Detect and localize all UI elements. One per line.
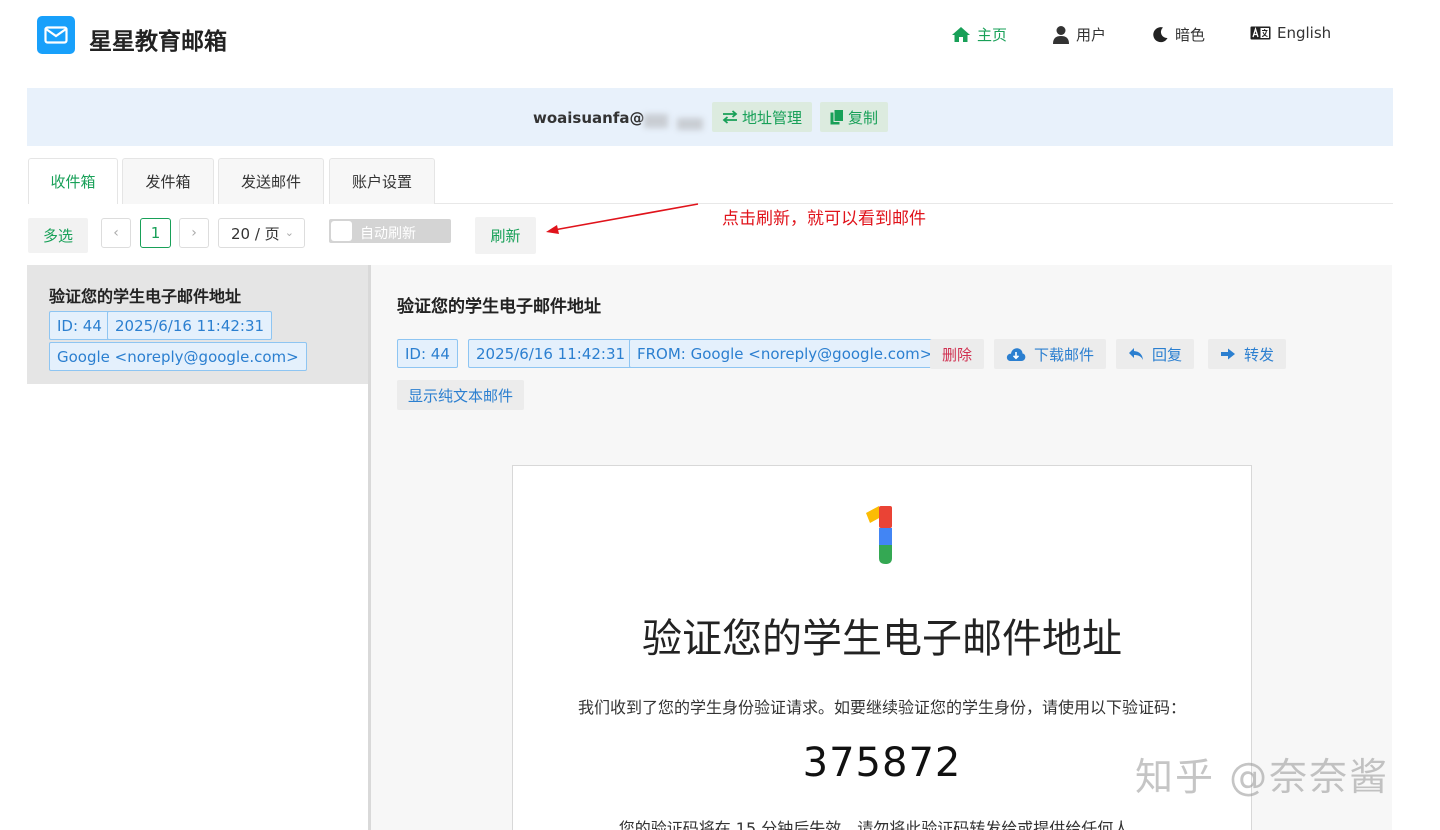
nav-language-label: English — [1277, 24, 1332, 42]
address-manage-label: 地址管理 — [742, 108, 803, 127]
mail-detail-subject: 验证您的学生电子邮件地址 — [397, 297, 601, 317]
forward-arrow-icon — [1221, 348, 1235, 360]
home-icon — [952, 27, 970, 42]
address-manage-button[interactable]: 地址管理 — [712, 102, 813, 132]
delete-label: 删除 — [942, 345, 973, 364]
email-address: woaisuanfa@ — [533, 109, 645, 127]
nav-user[interactable]: 用户 — [1052, 24, 1106, 45]
multi-select-button[interactable]: 多选 — [28, 218, 88, 253]
nav-user-label: 用户 — [1076, 26, 1107, 44]
refresh-button[interactable]: 刷新 — [475, 217, 536, 254]
reply-label: 回复 — [1152, 345, 1183, 364]
moon-icon — [1153, 27, 1168, 43]
user-icon — [1053, 25, 1069, 44]
delete-button[interactable]: 删除 — [930, 339, 985, 369]
email-footer-text: 您的验证码将在 15 分钟后失效。请勿将此验证码转发给或提供给任何人。 — [618, 819, 1146, 830]
copy-icon — [830, 109, 844, 125]
app-logo[interactable] — [37, 16, 75, 54]
blurred-domain-part — [677, 118, 703, 130]
reply-icon — [1129, 348, 1143, 360]
forward-button[interactable]: 转发 — [1208, 339, 1287, 369]
watermark: 知乎 @奈奈酱 — [1135, 755, 1390, 799]
next-page-button[interactable]: › — [179, 218, 209, 248]
app-title: 星星教育邮箱 — [89, 29, 227, 55]
auto-refresh-label: 自动刷新 — [360, 226, 416, 242]
download-button[interactable]: 下载邮件 — [994, 339, 1107, 369]
mail-list-item-id: ID: 44 — [49, 311, 110, 340]
copy-address-button[interactable]: 复制 — [820, 102, 889, 132]
nav-theme-label: 暗色 — [1175, 26, 1206, 44]
mail-detail-time: 2025/6/16 11:42:31 — [468, 339, 634, 368]
google-one-logo-icon — [866, 506, 892, 564]
mail-icon — [44, 26, 68, 44]
swap-icon — [722, 110, 738, 124]
current-page-button[interactable]: 1 — [140, 218, 171, 248]
mail-detail-from: FROM: Google <noreply@google.com> — [629, 339, 941, 368]
toggle-knob — [331, 221, 352, 241]
download-label: 下载邮件 — [1034, 345, 1095, 364]
nav-home-label: 主页 — [977, 26, 1008, 44]
email-intro-text: 我们收到了您的学生身份验证请求。如要继续验证您的学生身份，请使用以下验证码： — [577, 698, 1186, 717]
copy-address-label: 复制 — [848, 108, 879, 127]
nav-theme-toggle[interactable]: 暗色 — [1152, 24, 1205, 45]
tab-inbox[interactable]: 收件箱 — [28, 158, 118, 204]
blurred-domain-part — [644, 114, 668, 128]
tab-sent[interactable]: 发件箱 — [122, 158, 214, 204]
cloud-download-icon — [1006, 347, 1026, 361]
chevron-down-icon: ⌄ — [284, 226, 294, 239]
mail-list-item-from: Google <noreply@google.com> — [49, 342, 307, 371]
show-plain-text-button[interactable]: 显示纯文本邮件 — [397, 380, 525, 410]
translate-icon — [1250, 26, 1271, 40]
nav-home[interactable]: 主页 — [951, 24, 1007, 45]
page-size-value: 20 / 页 — [231, 224, 280, 243]
address-bar — [27, 88, 1393, 146]
reply-button[interactable]: 回复 — [1116, 339, 1195, 369]
mail-detail-id: ID: 44 — [397, 339, 458, 368]
mail-list-item-time: 2025/6/16 11:42:31 — [107, 311, 273, 340]
annotation-text: 点击刷新，就可以看到邮件 — [722, 209, 926, 229]
annotation-arrow — [546, 203, 699, 234]
tab-compose[interactable]: 发送邮件 — [218, 158, 324, 204]
page-size-select[interactable]: 20 / 页 ⌄ — [218, 218, 305, 248]
nav-language[interactable]: English — [1250, 24, 1331, 42]
forward-label: 转发 — [1244, 345, 1275, 364]
email-heading: 验证您的学生电子邮件地址 — [642, 616, 1122, 662]
prev-page-button[interactable]: ‹ — [101, 218, 131, 248]
mail-list-item-subject: 验证您的学生电子邮件地址 — [49, 287, 242, 306]
tab-account-settings[interactable]: 账户设置 — [329, 158, 435, 204]
